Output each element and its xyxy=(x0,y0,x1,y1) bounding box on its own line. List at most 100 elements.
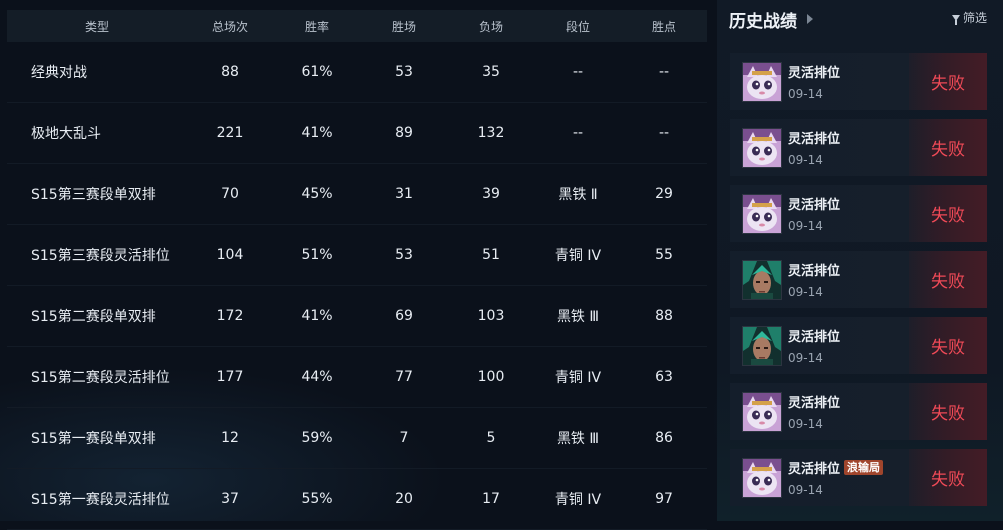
match-card[interactable]: 灵活排位 09-14 失败 xyxy=(730,53,987,110)
match-card[interactable]: 灵活排位 09-14 失败 xyxy=(730,251,987,308)
cell-lp: 86 xyxy=(655,430,673,446)
cell-total: 37 xyxy=(221,491,239,507)
table-row[interactable]: S15第二赛段灵活排位 177 44% 77 100 青铜 IV 63 xyxy=(7,347,707,408)
match-card[interactable]: 灵活排位 09-14 失败 xyxy=(730,317,987,374)
cell-wins: 69 xyxy=(395,308,413,324)
match-mode: 灵活排位 xyxy=(788,393,840,411)
cell-type: 极地大乱斗 xyxy=(31,126,101,142)
stats-table: 类型 总场次 胜率 胜场 负场 段位 胜点 经典对战 88 61% 53 35 -- -- 极… xyxy=(7,10,707,530)
match-date: 09-14 xyxy=(788,416,823,431)
cell-total: 221 xyxy=(216,125,244,141)
header-lp[interactable]: 胜点 xyxy=(621,18,707,35)
cell-winrate: 44% xyxy=(301,369,333,385)
match-info: 灵活排位 09-14 xyxy=(788,63,840,101)
cell-winrate: 41% xyxy=(301,125,333,141)
header-total[interactable]: 总场次 xyxy=(187,18,273,35)
match-mode-label: 灵活排位 xyxy=(788,330,841,345)
match-date: 09-14 xyxy=(788,284,823,299)
filter-icon xyxy=(951,14,960,25)
header-wins[interactable]: 胜场 xyxy=(361,18,447,35)
cell-total: 88 xyxy=(221,64,239,80)
cell-wins: 7 xyxy=(399,430,409,446)
cell-type: S15第一赛段单双排 xyxy=(31,431,156,447)
table-header: 类型 总场次 胜率 胜场 负场 段位 胜点 xyxy=(7,10,707,42)
cat-champion-icon xyxy=(742,391,782,432)
cat-champion-icon xyxy=(742,193,782,234)
match-date: 09-14 xyxy=(788,218,823,233)
cell-wins: 53 xyxy=(395,64,413,80)
match-mode: 灵活排位 xyxy=(788,327,840,345)
match-card[interactable]: 灵活排位 09-14 失败 xyxy=(730,185,987,242)
cell-winrate: 51% xyxy=(301,247,333,263)
cell-rank: 黑铁 Ⅱ xyxy=(558,187,598,203)
cat-champion-icon xyxy=(742,127,782,168)
cell-losses: 51 xyxy=(482,247,500,263)
cell-total: 70 xyxy=(221,186,239,202)
cell-wins: 77 xyxy=(395,369,413,385)
cell-lp: 63 xyxy=(655,369,673,385)
match-mode-label: 灵活排位 xyxy=(788,132,841,147)
history-header[interactable]: 历史战绩 xyxy=(729,8,813,32)
cell-total: 172 xyxy=(216,308,244,324)
match-result: 失败 xyxy=(909,251,987,308)
match-info: 灵活排位 09-14 xyxy=(788,327,840,365)
table-row[interactable]: S15第二赛段单双排 172 41% 69 103 黑铁 Ⅲ 88 xyxy=(7,286,707,347)
cell-wins: 89 xyxy=(395,125,413,141)
match-mode-label: 灵活排位 xyxy=(788,396,841,411)
match-info: 灵活排位 09-14 xyxy=(788,129,840,167)
cell-total: 12 xyxy=(221,430,239,446)
cell-rank: 黑铁 Ⅲ xyxy=(556,431,600,447)
filter-button[interactable]: 筛选 xyxy=(951,9,987,26)
green-warrior-champion-icon xyxy=(742,325,782,366)
cell-rank: 青铜 IV xyxy=(554,492,602,508)
cell-winrate: 59% xyxy=(301,430,333,446)
match-card[interactable]: 灵活排位 09-14 失败 xyxy=(730,383,987,440)
table-row[interactable]: S15第三赛段灵活排位 104 51% 53 51 青铜 IV 55 xyxy=(7,225,707,286)
match-result: 失败 xyxy=(909,53,987,110)
cell-wins: 53 xyxy=(395,247,413,263)
cell-total: 177 xyxy=(216,369,244,385)
match-mode-label: 灵活排位 xyxy=(788,462,841,477)
cell-losses: 5 xyxy=(486,430,496,446)
match-mode-label: 灵活排位 xyxy=(788,198,841,213)
table-row[interactable]: 经典对战 88 61% 53 35 -- -- xyxy=(7,42,707,103)
table-row[interactable]: 极地大乱斗 221 41% 89 132 -- -- xyxy=(7,103,707,164)
cell-type: S15第三赛段单双排 xyxy=(31,187,156,203)
match-result: 失败 xyxy=(909,317,987,374)
match-card[interactable]: 灵活排位 09-14 失败 xyxy=(730,119,987,176)
match-card[interactable]: 灵活排位 浪输局 09-14 失败 xyxy=(730,449,987,506)
cell-winrate: 55% xyxy=(301,491,333,507)
cell-winrate: 45% xyxy=(301,186,333,202)
match-mode-label: 灵活排位 xyxy=(788,66,841,81)
table-row[interactable]: S15第一赛段单双排 12 59% 7 5 黑铁 Ⅲ 86 xyxy=(7,408,707,469)
match-info: 灵活排位 浪输局 09-14 xyxy=(788,459,884,497)
cell-rank: 黑铁 Ⅲ xyxy=(556,309,600,325)
table-row[interactable]: S15第三赛段单双排 70 45% 31 39 黑铁 Ⅱ 29 xyxy=(7,164,707,225)
cell-total: 104 xyxy=(216,247,244,263)
match-info: 灵活排位 09-14 xyxy=(788,261,840,299)
chevron-right-icon xyxy=(807,14,813,24)
match-tag-badge: 浪输局 xyxy=(844,460,884,475)
cell-type: S15第二赛段灵活排位 xyxy=(31,370,170,386)
green-warrior-champion-icon xyxy=(742,259,782,300)
cell-type: 经典对战 xyxy=(31,65,87,81)
match-mode: 灵活排位 xyxy=(788,129,840,147)
match-date: 09-14 xyxy=(788,350,823,365)
match-mode: 灵活排位 xyxy=(788,261,840,279)
match-mode: 灵活排位 xyxy=(788,63,840,81)
cell-lp: -- xyxy=(658,64,670,80)
header-winrate[interactable]: 胜率 xyxy=(273,18,361,35)
header-rank[interactable]: 段位 xyxy=(535,18,621,35)
match-info: 灵活排位 09-14 xyxy=(788,195,840,233)
cell-winrate: 41% xyxy=(301,308,333,324)
match-result: 失败 xyxy=(909,185,987,242)
cell-rank: 青铜 IV xyxy=(554,370,602,386)
header-type[interactable]: 类型 xyxy=(7,18,187,35)
match-mode: 灵活排位 浪输局 xyxy=(788,459,884,477)
match-date: 09-14 xyxy=(788,482,823,497)
cell-rank: 青铜 IV xyxy=(554,248,602,264)
cell-lp: 97 xyxy=(655,491,673,507)
header-losses[interactable]: 负场 xyxy=(447,18,535,35)
cell-losses: 103 xyxy=(477,308,505,324)
cell-rank: -- xyxy=(572,125,584,141)
